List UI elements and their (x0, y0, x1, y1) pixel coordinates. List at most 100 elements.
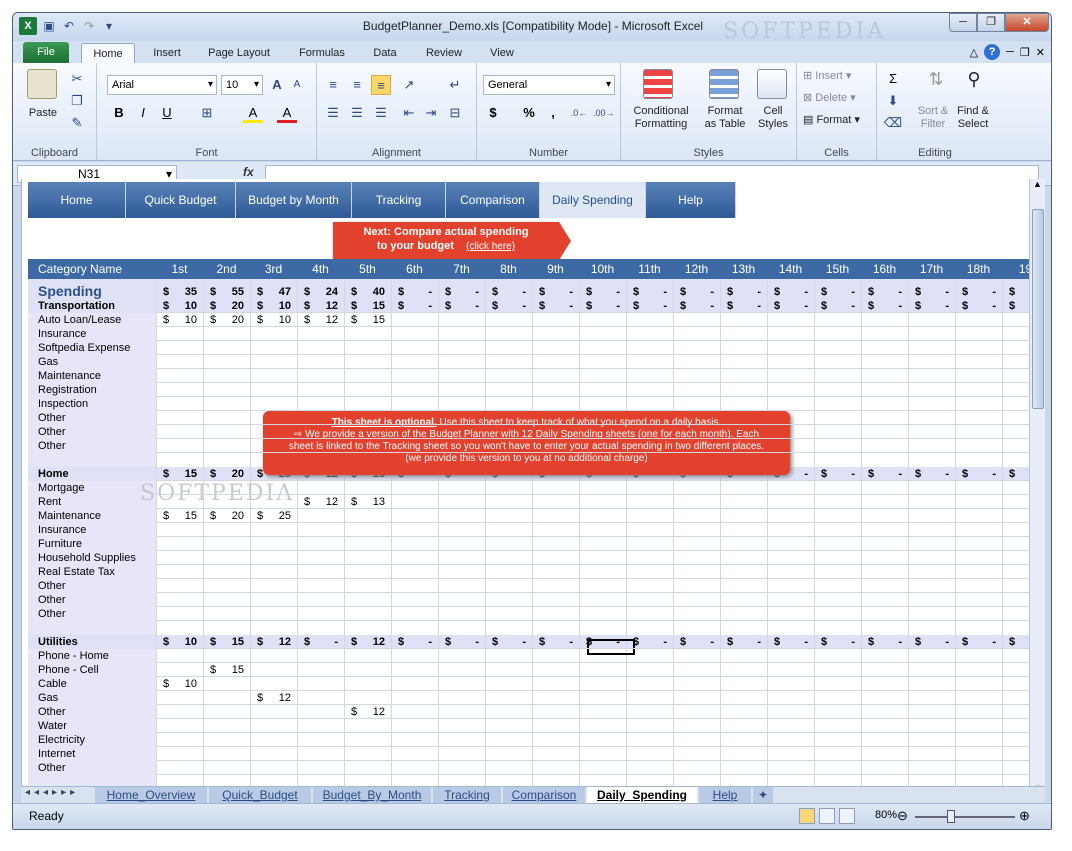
comma-button[interactable]: , (543, 103, 563, 123)
zoom-level[interactable]: 80% (875, 809, 897, 821)
copy-icon[interactable]: ❐ (67, 91, 87, 111)
find-select-button[interactable]: Find & Select (953, 105, 993, 131)
tab-formulas[interactable]: Formulas (291, 43, 353, 63)
cell-styles-button[interactable]: Cell Styles (753, 105, 793, 131)
format-cells-button[interactable]: ▤ Format ▾ (803, 113, 873, 126)
format-painter-icon[interactable]: ✎ (67, 113, 87, 133)
normal-view-icon[interactable] (799, 808, 815, 824)
page-layout-view-icon[interactable] (819, 808, 835, 824)
borders-icon[interactable]: ⊞ (197, 103, 217, 123)
vertical-scrollbar[interactable]: ▲ ▼ (1029, 179, 1045, 793)
cell-styles-icon[interactable] (757, 69, 787, 99)
format-as-table-icon[interactable] (709, 69, 739, 99)
scroll-thumb[interactable] (1032, 209, 1044, 409)
merge-center-icon[interactable]: ⊟ (445, 103, 465, 123)
value-cell[interactable]: $24 (297, 285, 344, 299)
top-align-icon[interactable]: ≡ (323, 75, 343, 95)
underline-button[interactable]: U (157, 103, 177, 123)
value-cell[interactable]: $- (720, 285, 767, 299)
sheet-tab-comparison[interactable]: Comparison (503, 787, 585, 803)
bottom-align-icon[interactable]: ≡ (371, 75, 391, 95)
font-size-combo[interactable]: 10 (221, 75, 263, 95)
number-format-combo[interactable]: General (483, 75, 615, 95)
sheet-tab-daily-spending[interactable]: Daily_Spending (587, 787, 697, 803)
value-cell[interactable]: $- (814, 285, 861, 299)
doc-minimize-icon[interactable]: ─ (1006, 46, 1014, 58)
paste-button[interactable]: Paste (21, 107, 65, 119)
help-icon[interactable]: ? (984, 44, 1001, 60)
sheet-tab-help[interactable]: Help (699, 787, 751, 803)
tab-view[interactable]: View (481, 43, 523, 63)
next-callout[interactable]: Next: Compare actual spending to your bu… (333, 222, 571, 260)
increase-indent-icon[interactable]: ⇥ (421, 103, 441, 123)
currency-button[interactable]: $ (483, 103, 503, 123)
wrap-text-icon[interactable]: ↵ (445, 75, 465, 95)
value-cell[interactable]: $35 (156, 285, 203, 299)
decrease-indent-icon[interactable]: ⇤ (399, 103, 419, 123)
value-cell[interactable]: $47 (250, 285, 297, 299)
page-break-view-icon[interactable] (839, 808, 855, 824)
fill-color-icon[interactable]: A (243, 103, 263, 123)
value-cell[interactable]: $- (1002, 285, 1029, 299)
nav-budget-by-month[interactable]: Budget by Month (236, 182, 352, 218)
tab-insert[interactable]: Insert (143, 43, 191, 63)
conditional-formatting-button[interactable]: Conditional Formatting (623, 105, 699, 131)
nav-tracking[interactable]: Tracking (352, 182, 446, 218)
value-cell[interactable]: $- (579, 285, 626, 299)
minimize-ribbon-icon[interactable]: △ (970, 46, 978, 59)
cut-icon[interactable]: ✂ (67, 69, 87, 89)
tab-home[interactable]: Home (81, 43, 135, 63)
increase-decimal-icon[interactable]: .0← (569, 103, 589, 123)
italic-button[interactable]: I (133, 103, 153, 123)
font-color-icon[interactable]: A (277, 103, 297, 123)
minimize-button[interactable]: ─ (949, 13, 977, 32)
zoom-out-icon[interactable]: ⊖ (897, 808, 908, 824)
click-here-link[interactable]: (click here) (466, 241, 515, 252)
sheet-tab-budget-by-month[interactable]: Budget_By_Month (313, 787, 431, 803)
sheet-tab-tracking[interactable]: Tracking (433, 787, 501, 803)
font-name-combo[interactable]: Arial (107, 75, 217, 95)
sort-filter-button[interactable]: Sort & Filter (913, 105, 953, 131)
zoom-in-icon[interactable]: ⊕ (1019, 808, 1030, 824)
insert-function-icon[interactable]: fx (243, 165, 254, 179)
sheet-tab-quick-budget[interactable]: Quick_Budget (209, 787, 311, 803)
scroll-up-icon[interactable]: ▲ (1030, 179, 1045, 189)
doc-close-icon[interactable]: ✕ (1036, 46, 1045, 59)
value-cell[interactable]: $55 (203, 285, 250, 299)
nav-home[interactable]: Home (28, 182, 126, 218)
value-cell[interactable]: $- (861, 285, 908, 299)
sheet-nav-arrows-icon[interactable]: ◂◂◂▸▸▸ (25, 787, 79, 798)
doc-restore-icon[interactable]: ❐ (1020, 46, 1030, 59)
tab-review[interactable]: Review (417, 43, 471, 63)
middle-align-icon[interactable]: ≡ (347, 75, 367, 95)
autosum-icon[interactable]: Σ (883, 69, 903, 89)
orientation-icon[interactable]: ↗ (399, 75, 419, 95)
value-cell[interactable]: $- (767, 285, 814, 299)
tab-page-layout[interactable]: Page Layout (201, 43, 277, 63)
bold-button[interactable]: B (109, 103, 129, 123)
restore-button[interactable]: ❐ (977, 13, 1005, 32)
grow-font-icon[interactable]: A (267, 75, 287, 95)
close-button[interactable]: ✕ (1005, 13, 1049, 32)
decrease-decimal-icon[interactable]: .00→ (593, 103, 615, 123)
conditional-formatting-icon[interactable] (643, 69, 673, 99)
paste-icon[interactable] (27, 69, 57, 99)
nav-comparison[interactable]: Comparison (446, 182, 540, 218)
clear-icon[interactable]: ⌫ (883, 113, 903, 133)
tab-file[interactable]: File (23, 42, 69, 63)
nav-help[interactable]: Help (646, 182, 736, 218)
shrink-font-icon[interactable]: A (287, 75, 307, 95)
value-cell[interactable]: $40 (344, 285, 391, 299)
new-sheet-icon[interactable]: ✦ (753, 787, 773, 803)
value-cell[interactable]: $- (673, 285, 720, 299)
value-cell[interactable]: $- (908, 285, 955, 299)
nav-quick-budget[interactable]: Quick Budget (126, 182, 236, 218)
delete-cells-button[interactable]: ⊠ Delete ▾ (803, 91, 873, 104)
fill-icon[interactable]: ⬇ (883, 91, 903, 111)
align-right-icon[interactable]: ☰ (371, 103, 391, 123)
value-cell[interactable]: $- (485, 285, 532, 299)
find-select-icon[interactable]: ⚲ (959, 69, 989, 99)
tab-data[interactable]: Data (365, 43, 405, 63)
format-as-table-button[interactable]: Format as Table (697, 105, 753, 131)
worksheet[interactable]: Home Quick Budget Budget by Month Tracking C… (21, 179, 1029, 793)
